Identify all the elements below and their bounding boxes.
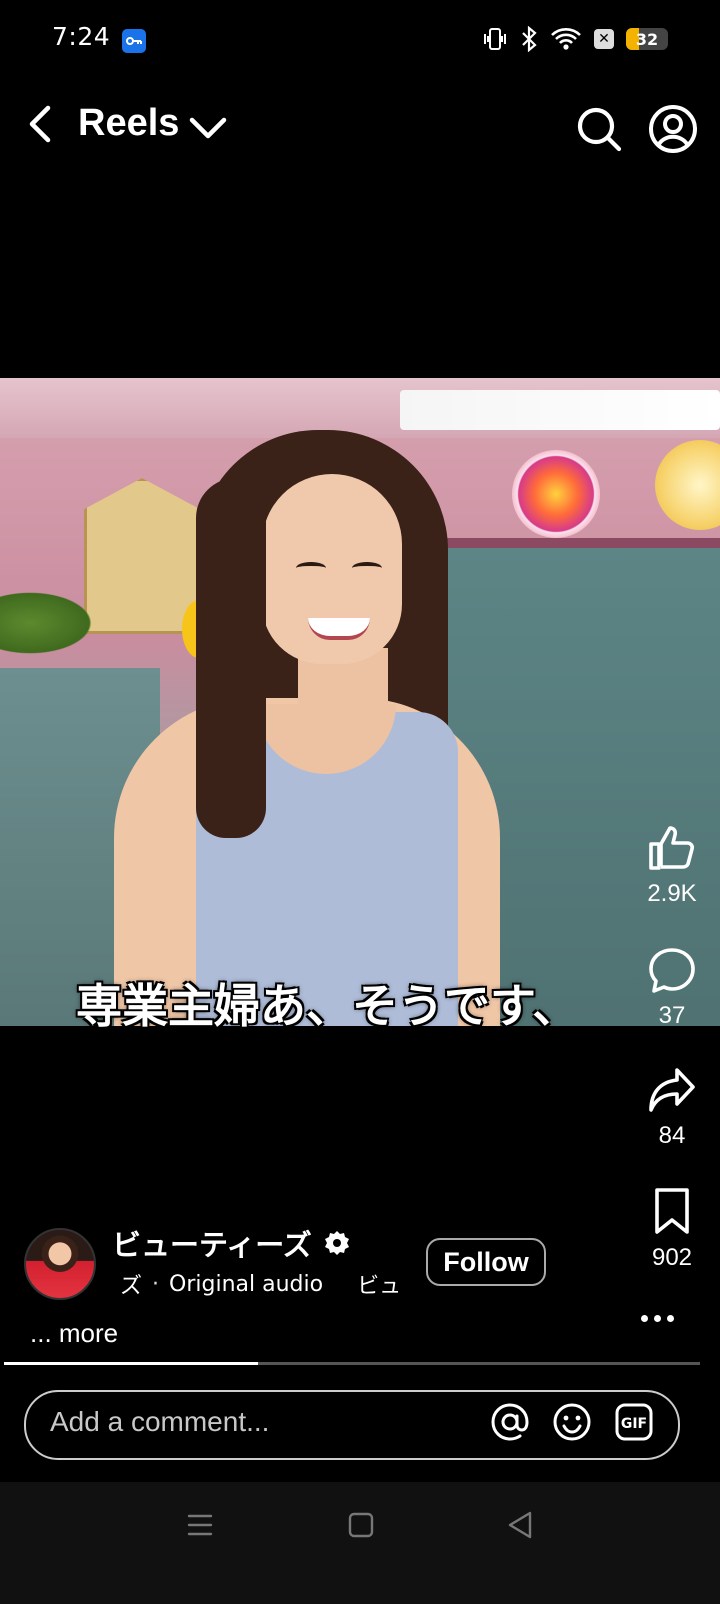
status-time: 7:24 bbox=[52, 22, 111, 51]
like-icon[interactable] bbox=[647, 824, 697, 872]
verified-badge-icon bbox=[325, 1231, 349, 1255]
save-count: 902 bbox=[651, 1244, 693, 1271]
audio-row[interactable]: ズ · Original audio ビュ bbox=[110, 1268, 400, 1300]
video-person-eye bbox=[352, 562, 382, 574]
save-action[interactable]: 902 bbox=[624, 1186, 720, 1272]
mention-icon[interactable] bbox=[490, 1402, 530, 1442]
author-name[interactable]: ビューティーズ bbox=[112, 1222, 312, 1264]
bookmark-icon[interactable] bbox=[647, 1186, 697, 1236]
battery-level: 32 bbox=[635, 29, 659, 49]
audio-prefix: ズ bbox=[120, 1274, 143, 1299]
audio-separator: · bbox=[152, 1271, 160, 1297]
chevron-down-icon[interactable] bbox=[188, 110, 228, 146]
comment-count: 37 bbox=[658, 1002, 686, 1029]
video-leaves bbox=[0, 588, 100, 658]
share-count: 84 bbox=[658, 1122, 686, 1149]
video-person-eye bbox=[296, 562, 326, 574]
page-title[interactable]: Reels bbox=[78, 102, 179, 145]
avatar[interactable] bbox=[24, 1228, 96, 1300]
reel-video[interactable] bbox=[0, 378, 720, 1026]
emoji-icon[interactable] bbox=[552, 1402, 592, 1442]
audio-title: Original audio bbox=[169, 1271, 324, 1297]
comment-placeholder[interactable]: Add a comment... bbox=[50, 1406, 269, 1438]
home-icon[interactable] bbox=[348, 1512, 374, 1538]
share-action[interactable]: 84 bbox=[624, 1066, 720, 1150]
caption-more-link[interactable]: ... more bbox=[30, 1318, 118, 1349]
recents-icon[interactable] bbox=[186, 1512, 214, 1538]
system-back-icon[interactable] bbox=[506, 1510, 534, 1540]
vpn-key-icon bbox=[122, 29, 146, 53]
video-person-hair-front bbox=[196, 478, 266, 838]
battery-icon: 32 bbox=[626, 28, 668, 50]
close-box-icon: ✕ bbox=[594, 29, 614, 49]
follow-button[interactable]: Follow bbox=[426, 1238, 546, 1286]
wifi-icon bbox=[551, 28, 581, 50]
video-progress-bar[interactable] bbox=[4, 1362, 700, 1365]
gif-icon[interactable]: GIF bbox=[614, 1402, 654, 1442]
svg-text:GIF: GIF bbox=[621, 1416, 647, 1432]
video-badge-right bbox=[655, 440, 720, 530]
bluetooth-icon bbox=[522, 26, 537, 52]
video-light bbox=[400, 390, 720, 430]
video-subtitle: 専業主婦あ、そうです、 bbox=[76, 979, 579, 1033]
audio-suffix: ビュ bbox=[357, 1274, 400, 1299]
comment-action[interactable]: 37 bbox=[624, 946, 720, 1030]
video-plaque bbox=[84, 478, 200, 634]
video-balloon-badge bbox=[512, 450, 600, 538]
search-icon[interactable] bbox=[574, 104, 624, 154]
like-count: 2.9K bbox=[647, 880, 697, 907]
back-arrow-icon[interactable] bbox=[22, 100, 62, 148]
comment-icon[interactable] bbox=[647, 946, 697, 994]
status-icons: ✕ 32 bbox=[482, 26, 668, 52]
system-nav-bar bbox=[0, 1482, 720, 1604]
profile-icon[interactable] bbox=[648, 104, 698, 154]
vibrate-icon bbox=[484, 28, 506, 50]
share-icon[interactable] bbox=[647, 1066, 697, 1114]
like-action[interactable]: 2.9K bbox=[624, 824, 720, 908]
more-options-icon[interactable] bbox=[634, 1306, 680, 1330]
video-progress-fill bbox=[4, 1362, 259, 1365]
